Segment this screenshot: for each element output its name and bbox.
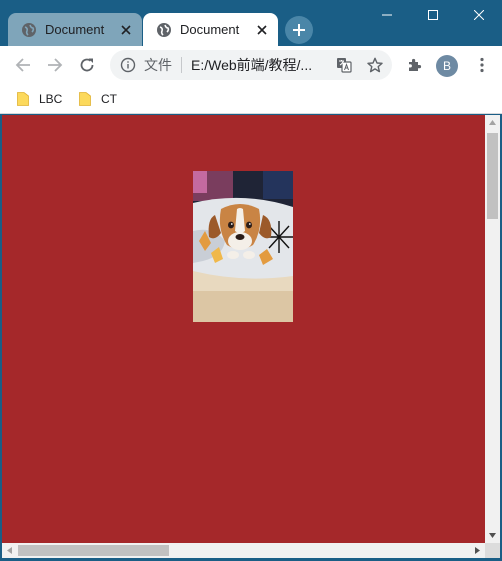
scroll-right-arrow-icon[interactable] (470, 543, 485, 558)
window-frame-left (0, 115, 2, 558)
page-viewport (2, 115, 485, 543)
scroll-down-arrow-icon[interactable] (485, 528, 500, 543)
vertical-scrollbar[interactable] (485, 115, 500, 543)
forward-button[interactable] (41, 51, 69, 79)
tab-document-1[interactable]: Document (8, 13, 142, 46)
info-icon[interactable] (120, 57, 136, 73)
tab-title: Document (45, 22, 105, 37)
kebab-menu-icon (480, 57, 484, 73)
scrollbar-corner (485, 543, 500, 558)
folder-icon (79, 92, 91, 106)
puppy-image (193, 171, 293, 322)
tab-strip: Document Document (0, 0, 502, 46)
tab-title: Document (180, 22, 240, 37)
profile-avatar[interactable]: B (436, 55, 458, 77)
navigation-toolbar: 文件 E:/Web前端/教程/... B (0, 46, 502, 84)
minimize-button[interactable] (364, 0, 410, 30)
scroll-up-arrow-icon[interactable] (485, 115, 500, 130)
back-button[interactable] (9, 51, 37, 79)
separator (181, 57, 182, 73)
scroll-left-arrow-icon[interactable] (2, 543, 17, 558)
vertical-scroll-thumb[interactable] (487, 133, 498, 219)
translate-button[interactable] (330, 51, 358, 79)
back-arrow-icon (15, 57, 31, 73)
tab-document-2[interactable]: Document (143, 13, 278, 46)
close-window-button[interactable] (456, 0, 502, 30)
reload-icon (79, 57, 95, 73)
translate-icon (336, 57, 352, 73)
horizontal-scrollbar[interactable] (2, 543, 485, 558)
bookmarks-bar: LBC CT (0, 84, 502, 114)
globe-icon (156, 22, 172, 38)
maximize-button[interactable] (410, 0, 456, 30)
folder-icon (17, 92, 29, 106)
bookmark-label: LBC (39, 92, 63, 106)
reload-button[interactable] (73, 51, 101, 79)
new-tab-button[interactable] (285, 16, 313, 44)
plus-icon (292, 23, 306, 37)
close-icon[interactable] (116, 20, 136, 40)
bookmark-star-button[interactable] (361, 51, 389, 79)
bookmark-folder-lbc[interactable]: LBC (17, 90, 62, 108)
extensions-button[interactable] (401, 51, 429, 79)
maximize-icon (428, 10, 438, 20)
menu-button[interactable] (468, 51, 496, 79)
close-icon (474, 10, 484, 20)
security-chip: 文件 (144, 57, 172, 73)
forward-arrow-icon (47, 57, 63, 73)
bookmark-label: CT (101, 92, 117, 106)
bookmark-folder-ct[interactable]: CT (79, 90, 117, 108)
minimize-icon (382, 10, 392, 20)
star-icon (367, 57, 383, 73)
globe-icon (21, 22, 37, 38)
puzzle-icon (407, 57, 423, 73)
horizontal-scroll-thumb[interactable] (18, 545, 169, 556)
close-icon[interactable] (252, 20, 272, 40)
